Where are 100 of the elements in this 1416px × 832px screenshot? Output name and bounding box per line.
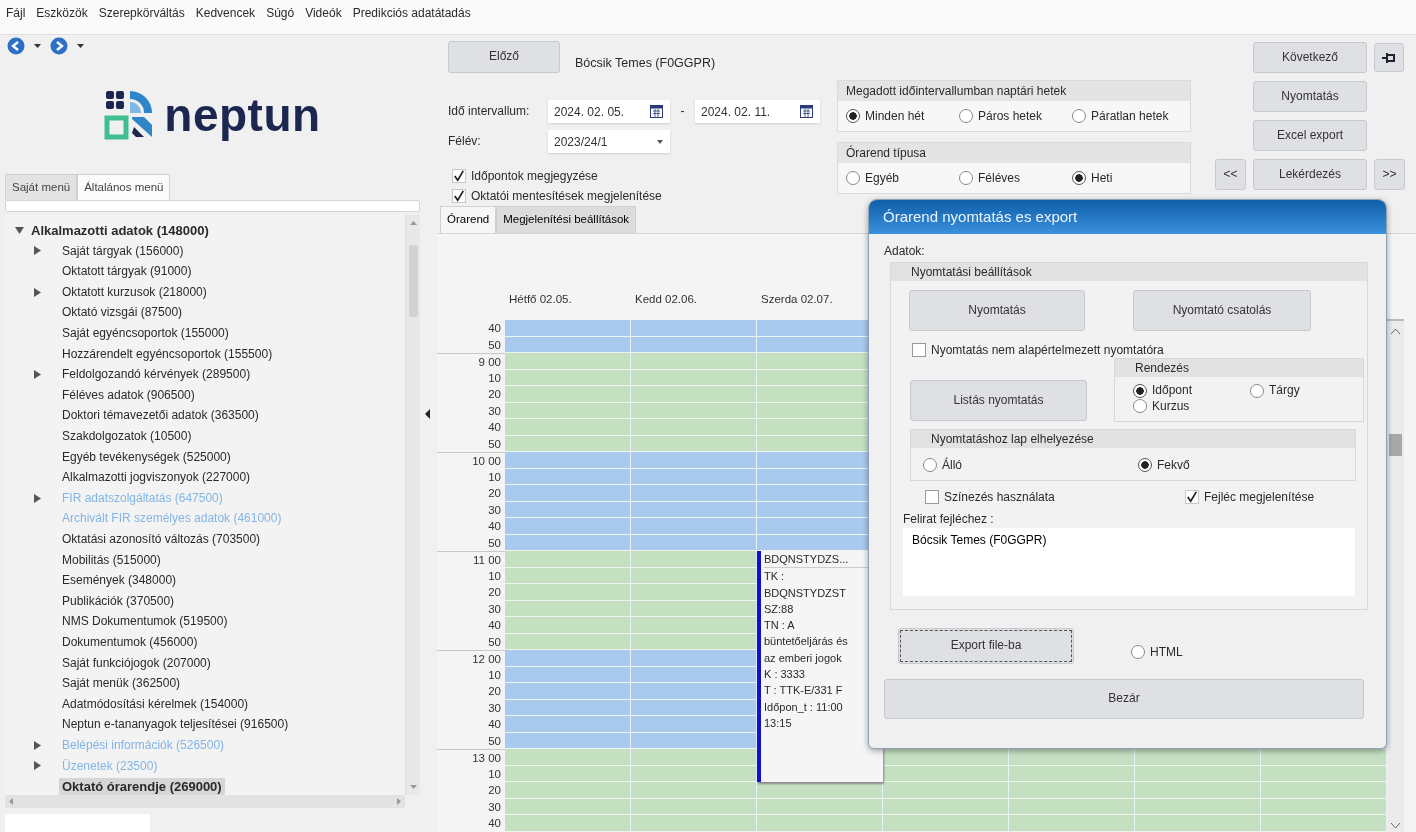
printer-attach-button[interactable]: Nyomtató csatolás bbox=[1133, 290, 1311, 331]
menu-item[interactable]: Predikciós adatátadás bbox=[352, 6, 471, 21]
tree-item[interactable]: Oktatott tárgyak (91000) bbox=[59, 263, 195, 280]
radio-button[interactable] bbox=[1138, 458, 1152, 473]
tab[interactable]: Általános menü bbox=[77, 174, 171, 200]
tree-item[interactable]: Mobilitás (515000) bbox=[59, 551, 164, 568]
list-print-button[interactable]: Listás nyomtatás bbox=[910, 380, 1087, 422]
tree-item[interactable]: Hozzárendelt egyéncsoportok (155500) bbox=[59, 345, 276, 363]
dropdown-caret-icon[interactable] bbox=[657, 140, 663, 144]
collapse-panel-icon[interactable] bbox=[425, 408, 430, 419]
radio-button[interactable] bbox=[1131, 645, 1145, 659]
radio-button[interactable] bbox=[846, 171, 860, 185]
pin-icon[interactable] bbox=[1382, 51, 1396, 64]
expand-caret-icon[interactable] bbox=[33, 369, 41, 379]
radio-button[interactable] bbox=[1133, 383, 1147, 398]
excel-export-button[interactable]: Excel export bbox=[1253, 120, 1367, 151]
menu-item[interactable]: Fájl bbox=[6, 6, 26, 21]
menu-item[interactable]: Súgó bbox=[266, 6, 295, 21]
checkbox[interactable] bbox=[912, 343, 926, 357]
calendar-icon[interactable] bbox=[800, 105, 813, 118]
expand-caret-icon[interactable] bbox=[33, 287, 41, 297]
tree-item[interactable]: Neptun e-tananyagok teljesítései (916500) bbox=[59, 716, 292, 733]
tree-item[interactable]: Oktató vizsgái (87500) bbox=[59, 304, 186, 321]
checkbox-label: Oktatói mentesítések megjelenítése bbox=[471, 188, 662, 204]
export-button[interactable]: Export file-ba bbox=[898, 628, 1074, 664]
date-field[interactable]: 2024. 02. 11. bbox=[695, 100, 820, 123]
menu-item[interactable]: Videók bbox=[305, 6, 342, 21]
tree-item[interactable]: NMS Dokumentumok (519500) bbox=[59, 613, 231, 630]
scroll-down-arrow-icon[interactable] bbox=[409, 785, 417, 789]
filter-field[interactable] bbox=[5, 200, 420, 212]
dropdown-caret-icon[interactable] bbox=[77, 44, 84, 48]
previous-button[interactable]: Előző bbox=[448, 41, 560, 73]
page-back-button[interactable]: << bbox=[1215, 159, 1246, 190]
tab[interactable]: Saját menü bbox=[5, 174, 78, 200]
tree-item[interactable]: Alkalmazotti jogviszonyok (227000) bbox=[59, 469, 254, 486]
tree-item[interactable]: Doktori témavezetői adatok (363500) bbox=[59, 407, 262, 424]
date-field[interactable]: 2024. 02. 05. bbox=[548, 100, 670, 123]
checkbox[interactable] bbox=[1185, 490, 1199, 505]
time-label: 40 bbox=[487, 618, 502, 633]
tab[interactable]: Megjelenítési beállítások bbox=[496, 206, 637, 233]
tree-item[interactable]: Féléves adatok (906500) bbox=[59, 386, 198, 404]
checkbox[interactable] bbox=[452, 169, 466, 183]
print-button[interactable]: Nyomtatás bbox=[1253, 81, 1367, 112]
tree-item[interactable]: Saját menük (362500) bbox=[59, 675, 184, 692]
checkbox[interactable] bbox=[925, 490, 939, 505]
vertical-scrollbar[interactable] bbox=[1387, 319, 1404, 832]
tree-item[interactable]: Saját tárgyak (156000) bbox=[59, 242, 187, 260]
radio-button[interactable] bbox=[959, 109, 973, 123]
page-forward-button[interactable]: >> bbox=[1374, 159, 1405, 190]
time-label: 10 bbox=[487, 370, 502, 386]
menu-item[interactable]: Kedvencek bbox=[195, 6, 256, 21]
query-button[interactable]: Lekérdezés bbox=[1253, 159, 1367, 190]
tree-item[interactable]: Oktatott kurzusok (218000) bbox=[59, 283, 210, 301]
tree-item[interactable]: Oktatási azonosító változás (703500) bbox=[59, 531, 264, 548]
tree-item[interactable]: Adatmódosítási kérelmek (154000) bbox=[59, 695, 252, 713]
tree-item[interactable]: Egyéb tevékenységek (525000) bbox=[59, 448, 234, 465]
radio-button[interactable] bbox=[923, 458, 937, 473]
tree-item[interactable]: Publikációk (370500) bbox=[59, 592, 178, 610]
checkbox[interactable] bbox=[452, 189, 466, 203]
tree-item[interactable]: Oktató órarendje (269000) bbox=[59, 777, 225, 795]
menu-item[interactable]: Szerepkörváltás bbox=[98, 6, 185, 21]
radio-label: Tárgy bbox=[1269, 383, 1300, 398]
radio-button[interactable] bbox=[1250, 383, 1264, 398]
tree-item[interactable]: Dokumentumok (456000) bbox=[59, 633, 201, 651]
radio-button[interactable] bbox=[1133, 398, 1147, 413]
forward-icon[interactable] bbox=[50, 37, 68, 55]
event-card[interactable]: BDQNSTYDZS... TK : BDQNSTYDZST SZ:88 TN : A büntetőeljárás és az emberi jogok K : 3333 T : TTK-E/331 F Időpon_t : 11:00 13:15 bbox=[757, 551, 883, 782]
tree-item[interactable]: Szakdolgozatok (10500) bbox=[59, 428, 195, 445]
event-detail: büntetőeljárás és bbox=[764, 634, 849, 650]
collapse-caret-icon[interactable] bbox=[15, 226, 24, 235]
dropdown-caret-icon[interactable] bbox=[34, 44, 41, 48]
pin-button[interactable] bbox=[1374, 43, 1404, 72]
scrollbar-thumb[interactable] bbox=[1389, 434, 1402, 456]
time-label: 50 bbox=[487, 634, 502, 650]
tree-item[interactable]: Saját egyéncsoportok (155000) bbox=[59, 325, 232, 342]
next-button[interactable]: Következő bbox=[1253, 42, 1367, 73]
expand-caret-icon[interactable] bbox=[33, 761, 41, 771]
time-label: 40 bbox=[487, 717, 502, 732]
time-label: 30 bbox=[487, 403, 502, 419]
expand-caret-icon[interactable] bbox=[33, 246, 41, 256]
expand-caret-icon[interactable] bbox=[33, 740, 41, 750]
radio-button[interactable] bbox=[959, 171, 973, 185]
scroll-up-arrow-icon[interactable] bbox=[409, 221, 417, 225]
calendar-icon[interactable] bbox=[650, 105, 663, 118]
tree-item[interactable]: Események (348000) bbox=[59, 572, 180, 589]
print-button[interactable]: Nyomtatás bbox=[909, 290, 1085, 331]
radio-button[interactable] bbox=[1072, 171, 1086, 185]
radio-button[interactable] bbox=[1072, 109, 1086, 123]
vertical-scrollbar[interactable] bbox=[405, 215, 420, 795]
semester-dropdown[interactable]: 2023/24/1 bbox=[548, 130, 670, 153]
tree-item[interactable]: Alkalmazotti adatok (148000) bbox=[28, 221, 212, 240]
close-button[interactable]: Bezár bbox=[884, 679, 1364, 719]
menu-item[interactable]: Eszközök bbox=[36, 6, 88, 21]
tab[interactable]: Órarend bbox=[440, 206, 497, 233]
expand-caret-icon[interactable] bbox=[33, 493, 41, 503]
caption-field[interactable]: Bócsik Temes (F0GGPR) bbox=[903, 528, 1355, 597]
tree-item[interactable]: Saját funkciójogok (207000) bbox=[59, 654, 214, 671]
back-icon[interactable] bbox=[7, 37, 25, 55]
tree-item[interactable]: Feldolgozandó kérvények (289500) bbox=[59, 366, 254, 383]
radio-button[interactable] bbox=[846, 109, 860, 123]
